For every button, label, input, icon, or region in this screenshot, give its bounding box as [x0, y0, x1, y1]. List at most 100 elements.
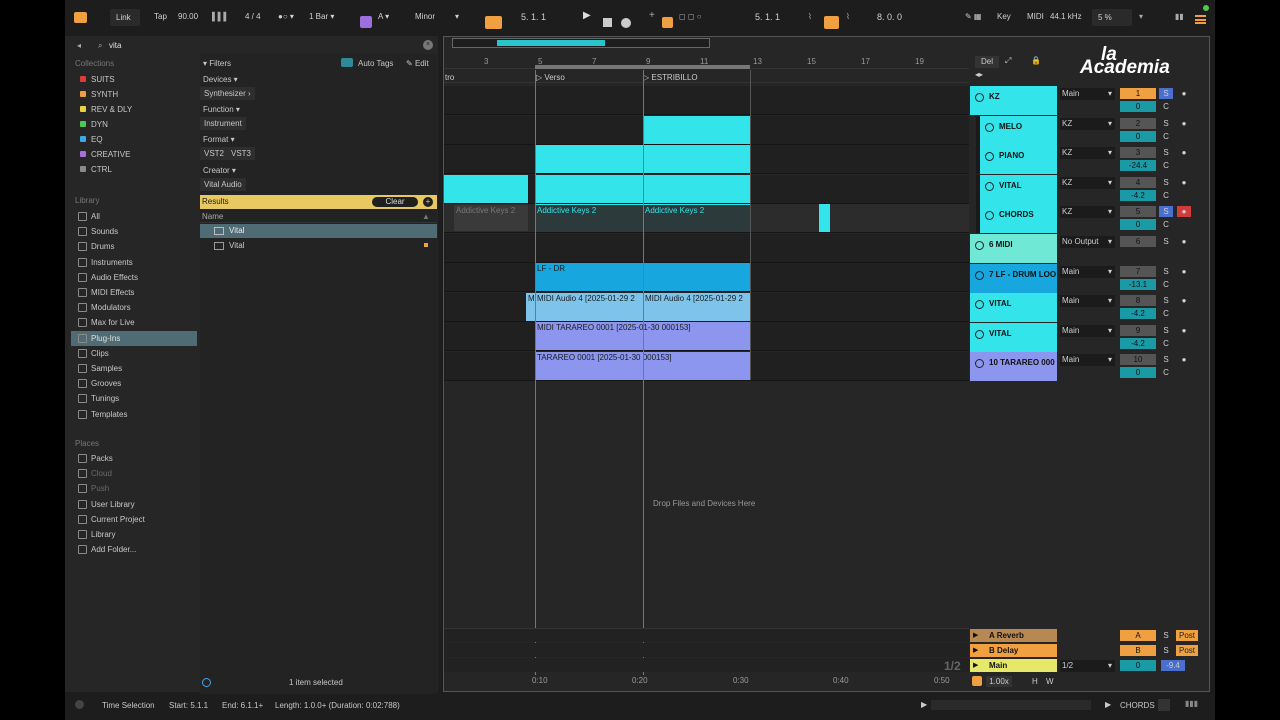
clip-addictive-keys[interactable]: Addictive Keys 2 — [535, 204, 643, 232]
output-route-select[interactable]: No Output ▾ — [1060, 236, 1115, 248]
expand-icon[interactable]: ⤢ — [1005, 56, 1011, 66]
collection-item[interactable]: CTRL — [71, 162, 197, 177]
locator-intro[interactable]: tro — [445, 73, 454, 82]
post-button[interactable]: Post — [1176, 630, 1198, 641]
volume-field[interactable]: -24.4 — [1120, 160, 1156, 172]
scroll-bar[interactable] — [931, 700, 1091, 710]
output-route-select[interactable]: KZ ▾ — [1060, 176, 1115, 189]
track-lane[interactable]: Addictive Keys 2 Addictive Keys 2 Addict… — [444, 204, 969, 233]
play-arrow-icon[interactable]: ▶ — [921, 700, 927, 709]
metronome-icon[interactable]: ▌▌▌ — [212, 12, 229, 21]
volume-field[interactable]: 0 — [1120, 130, 1156, 142]
output-route-select[interactable]: Main ▾ — [1060, 88, 1115, 100]
track-header[interactable]: VITAL — [976, 174, 1057, 204]
tap-button[interactable]: Tap — [154, 12, 167, 21]
info-icon[interactable] — [75, 700, 84, 709]
place-item-cloud[interactable]: Cloud — [71, 466, 197, 481]
post-button[interactable]: Post — [1176, 645, 1198, 656]
clip-midi-audio[interactable]: MIDI Audio 4 [2025-01-29 2 — [535, 293, 643, 321]
collection-item[interactable]: DYN — [71, 117, 197, 132]
scale-select[interactable]: Minor ▾ — [415, 12, 459, 21]
return-letter[interactable]: B — [1120, 645, 1156, 656]
arm-icon[interactable]: ● — [1177, 236, 1191, 247]
menu-icon[interactable] — [1195, 15, 1206, 24]
result-row[interactable]: Vital — [200, 239, 437, 253]
return-track-header[interactable]: ▶ B Delay — [970, 644, 1057, 657]
arm-icon[interactable]: ● — [1177, 266, 1191, 277]
midi-map-button[interactable]: MIDI — [1027, 12, 1044, 21]
vital-audio-chip[interactable]: Vital Audio — [200, 178, 246, 191]
track-activator[interactable]: 6 — [1120, 236, 1156, 247]
zoom-icon[interactable] — [972, 676, 982, 686]
arm-icon[interactable]: ● — [1177, 325, 1191, 336]
clip-midi-audio[interactable]: MIDI Audio 4 [2025-01-29 2 — [643, 293, 750, 321]
pan-field[interactable]: C — [1159, 279, 1173, 290]
quantize-select[interactable]: 1 Bar ▾ — [309, 12, 334, 21]
zoom-value[interactable]: 1.00x — [986, 676, 1012, 687]
solo-button[interactable]: S — [1159, 177, 1173, 188]
metronome-toggle-icon[interactable]: ●○ ▾ — [278, 12, 294, 21]
nav-arrows-icon[interactable]: ◂▸ — [975, 70, 983, 79]
main-lane[interactable] — [444, 658, 969, 672]
cpu-menu-icon[interactable]: ▾ — [1139, 12, 1143, 21]
track-header[interactable]: KZ — [970, 86, 1057, 115]
fold-icon[interactable] — [975, 270, 984, 280]
collection-item[interactable]: SUITS — [71, 72, 197, 87]
name-column-header[interactable]: Name — [202, 212, 223, 221]
output-route-select[interactable]: Main ▾ — [1060, 354, 1115, 367]
arm-icon[interactable]: ● — [1177, 177, 1191, 188]
track-lane[interactable]: TARAREO 0001 [2025-01-30 000153] — [444, 352, 969, 381]
track-lane[interactable] — [444, 234, 969, 263]
locator-estribillo[interactable]: ▷ ESTRIBILLO — [643, 73, 698, 82]
library-item-all[interactable]: All — [71, 209, 197, 224]
library-item-drums[interactable]: Drums — [71, 239, 197, 254]
collection-item[interactable]: EQ — [71, 132, 197, 147]
follow-icon[interactable] — [485, 16, 502, 29]
loop-toggle-icon[interactable] — [824, 16, 839, 29]
output-route-select[interactable]: Main ▾ — [1060, 324, 1115, 337]
library-item-grooves[interactable]: Grooves — [71, 376, 197, 391]
output-route-select[interactable]: KZ ▾ — [1060, 147, 1115, 160]
library-item-midi-effects[interactable]: MIDI Effects — [71, 285, 197, 300]
fold-icon[interactable] — [985, 211, 994, 221]
clear-search-icon[interactable]: × — [423, 40, 433, 50]
w-button[interactable]: W — [1046, 677, 1054, 686]
devices-filter[interactable]: Devices ▾ — [203, 75, 238, 84]
main-track-header[interactable]: ▶ Main — [970, 659, 1057, 672]
main-route-select[interactable]: 1/2 ▾ — [1060, 660, 1115, 672]
collection-item[interactable]: REV & DLY — [71, 102, 197, 117]
place-item-packs[interactable]: Packs — [71, 451, 197, 466]
punch-in-icon[interactable]: ⌇ — [808, 12, 812, 21]
output-route-select[interactable]: KZ ▾ — [1060, 117, 1115, 130]
punch-out-icon[interactable]: ⌇ — [846, 12, 850, 21]
library-item-clips[interactable]: Clips — [71, 346, 197, 361]
library-item-instruments[interactable]: Instruments — [71, 255, 197, 270]
search-bar[interactable]: ◂ ⌕ vita × — [73, 39, 433, 53]
track-lane[interactable] — [444, 175, 969, 204]
return-lane[interactable] — [444, 628, 969, 642]
pan-field[interactable]: C — [1159, 219, 1173, 230]
volume-field[interactable]: 0 — [1120, 367, 1156, 379]
clip[interactable] — [444, 175, 528, 203]
volume-field[interactable]: -4.2 — [1120, 337, 1156, 349]
track-header[interactable]: 7 LF - DRUM LOO — [970, 263, 1057, 293]
track-lane[interactable] — [444, 116, 969, 145]
track-header[interactable]: MELO — [976, 115, 1057, 145]
pan-field[interactable]: C — [1159, 101, 1173, 112]
arm-icon[interactable]: ● — [1177, 88, 1191, 99]
link-button[interactable]: Link — [110, 9, 140, 26]
back-icon[interactable]: ◂ — [77, 41, 81, 50]
library-item-templates[interactable]: Templates — [71, 407, 197, 422]
fold-icon[interactable] — [975, 300, 984, 310]
delete-button[interactable]: Del — [975, 56, 999, 68]
library-item-max-for-live[interactable]: Max for Live — [71, 315, 197, 330]
sort-icon[interactable]: ▲ — [422, 212, 430, 221]
loop-length[interactable]: 8. 0. 0 — [877, 12, 902, 22]
volume-field[interactable]: -4.2 — [1120, 308, 1156, 320]
result-row[interactable]: Vital — [200, 224, 437, 238]
browser-toggle-icon[interactable] — [74, 12, 87, 23]
auto-tags-icon[interactable] — [341, 58, 353, 67]
solo-button[interactable]: S — [1159, 630, 1173, 641]
auto-tags-button[interactable]: Auto Tags — [358, 59, 393, 68]
search-input[interactable]: vita — [109, 41, 121, 50]
